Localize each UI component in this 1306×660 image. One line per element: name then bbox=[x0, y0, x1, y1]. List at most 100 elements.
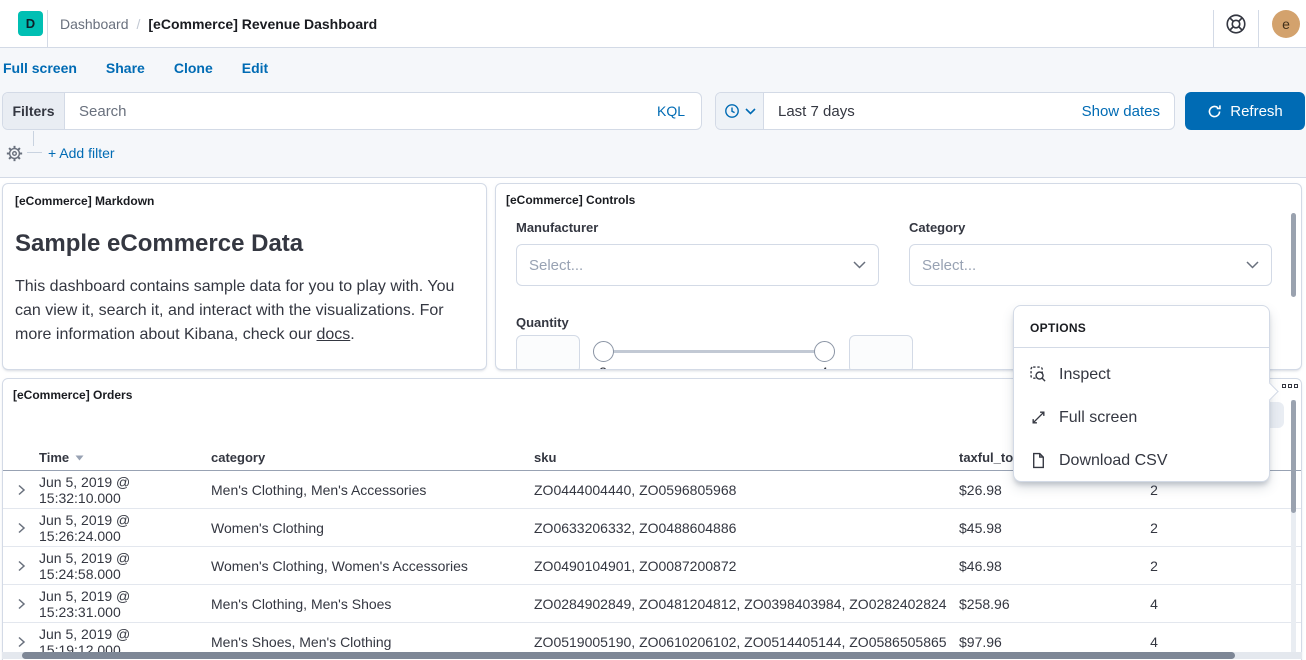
quantity-max-input[interactable] bbox=[849, 335, 913, 370]
quantity-max-value: 4 bbox=[814, 364, 834, 370]
search-area: KQL bbox=[65, 93, 701, 129]
app-logo[interactable]: D bbox=[18, 11, 43, 36]
expand-row-icon[interactable] bbox=[14, 521, 28, 535]
divider bbox=[1258, 10, 1259, 48]
options-popover: OPTIONS Inspect Full screen Download CSV bbox=[1013, 305, 1270, 482]
category-control: Category Select... bbox=[909, 220, 1272, 286]
inspect-icon bbox=[1030, 366, 1047, 383]
filter-connector bbox=[27, 152, 42, 153]
cell-time: Jun 5, 2019 @ 15:24:58.000 bbox=[39, 550, 211, 582]
header-time[interactable]: Time bbox=[39, 450, 211, 465]
cell-category: Men's Clothing, Men's Shoes bbox=[211, 596, 534, 612]
docs-link[interactable]: docs bbox=[317, 326, 351, 343]
cell-quantity: 4 bbox=[1059, 596, 1249, 612]
cell-taxful-total-price: $97.96 bbox=[959, 634, 1059, 650]
download-csv-icon bbox=[1030, 452, 1047, 469]
expand-row-icon[interactable] bbox=[14, 597, 28, 611]
manufacturer-control: Manufacturer Select... bbox=[516, 220, 879, 286]
header-category[interactable]: category bbox=[211, 450, 534, 465]
time-picker-quick-menu[interactable] bbox=[716, 93, 764, 129]
panel-options-icon[interactable] bbox=[1282, 384, 1298, 388]
menu-item-full-screen[interactable]: Full screen bbox=[1014, 396, 1269, 439]
expand-row-icon[interactable] bbox=[14, 559, 28, 573]
chevron-down-icon bbox=[1246, 261, 1259, 269]
menu-full-screen[interactable]: Full screen bbox=[3, 60, 77, 76]
menu-item-download-csv[interactable]: Download CSV bbox=[1014, 439, 1269, 482]
quantity-slider-min-handle[interactable] bbox=[593, 341, 614, 362]
cell-quantity: 2 bbox=[1059, 482, 1249, 498]
query-bar: Filters KQL bbox=[2, 92, 702, 130]
chevron-down-icon bbox=[745, 108, 756, 115]
cell-quantity: 2 bbox=[1059, 520, 1249, 536]
refresh-button[interactable]: Refresh bbox=[1185, 92, 1305, 130]
cell-category: Women's Clothing bbox=[211, 520, 534, 536]
cell-quantity: 2 bbox=[1059, 558, 1249, 574]
search-input[interactable] bbox=[65, 103, 641, 120]
menu-clone[interactable]: Clone bbox=[174, 60, 213, 76]
chevron-down-icon bbox=[853, 261, 866, 269]
refresh-icon bbox=[1207, 104, 1222, 119]
quantity-min-input[interactable] bbox=[516, 335, 580, 370]
cell-time: Jun 5, 2019 @ 15:26:24.000 bbox=[39, 512, 211, 544]
orders-scrollbar[interactable] bbox=[1291, 400, 1296, 513]
cell-sku: ZO0519005190, ZO0610206102, ZO0514405144… bbox=[534, 634, 959, 650]
cell-sku: ZO0490104901, ZO0087200872 bbox=[534, 558, 959, 574]
breadcrumb-separator: / bbox=[137, 16, 141, 32]
cell-taxful-total-price: $46.98 bbox=[959, 558, 1059, 574]
cell-sku: ZO0284902849, ZO0481204812, ZO0398403984… bbox=[534, 596, 959, 612]
manufacturer-select[interactable]: Select... bbox=[516, 244, 879, 286]
cell-category: Men's Shoes, Men's Clothing bbox=[211, 634, 534, 650]
header-sku[interactable]: sku bbox=[534, 450, 959, 465]
breadcrumb-dashboard[interactable]: Dashboard bbox=[60, 16, 129, 32]
menu-item-inspect[interactable]: Inspect bbox=[1014, 353, 1269, 396]
time-picker: Last 7 days Show dates bbox=[715, 92, 1175, 130]
cell-category: Men's Clothing, Men's Accessories bbox=[211, 482, 534, 498]
add-filter-button[interactable]: + Add filter bbox=[48, 145, 115, 161]
cell-sku: ZO0444004440, ZO0596805968 bbox=[534, 482, 959, 498]
filters-button[interactable]: Filters bbox=[3, 93, 65, 129]
cell-taxful-total-price: $45.98 bbox=[959, 520, 1059, 536]
cell-taxful-total-price: $258.96 bbox=[959, 596, 1059, 612]
cell-time: Jun 5, 2019 @ 15:32:10.000 bbox=[39, 474, 211, 506]
filter-connector bbox=[33, 131, 34, 146]
quantity-slider-max-handle[interactable] bbox=[814, 341, 835, 362]
filter-options-gear-icon[interactable] bbox=[6, 145, 23, 162]
time-range-value[interactable]: Last 7 days bbox=[764, 93, 855, 129]
table-row[interactable]: Jun 5, 2019 @ 15:23:31.000 Men's Clothin… bbox=[3, 585, 1301, 623]
panel-title: [eCommerce] Controls bbox=[506, 193, 635, 207]
quantity-slider-track bbox=[597, 350, 831, 353]
breadcrumb-current: [eCommerce] Revenue Dashboard bbox=[148, 16, 377, 32]
menu-share[interactable]: Share bbox=[106, 60, 145, 76]
category-label: Category bbox=[909, 220, 1272, 235]
show-dates-button[interactable]: Show dates bbox=[1082, 93, 1174, 129]
markdown-body: This dashboard contains sample data for … bbox=[15, 275, 477, 347]
kql-button[interactable]: KQL bbox=[641, 103, 701, 119]
sort-descending-icon bbox=[74, 452, 85, 462]
quantity-label: Quantity bbox=[516, 315, 569, 330]
divider bbox=[1213, 10, 1214, 48]
cell-time: Jun 5, 2019 @ 15:23:31.000 bbox=[39, 588, 211, 620]
avatar[interactable]: e bbox=[1272, 10, 1300, 38]
orders-hscrollbar[interactable] bbox=[22, 652, 1235, 659]
controls-scrollbar[interactable] bbox=[1291, 213, 1296, 297]
manufacturer-label: Manufacturer bbox=[516, 220, 879, 235]
popover-title: OPTIONS bbox=[1014, 306, 1269, 348]
fullscreen-icon bbox=[1030, 409, 1047, 426]
menu-edit[interactable]: Edit bbox=[242, 60, 268, 76]
help-icon[interactable] bbox=[1226, 14, 1246, 34]
top-header: D Dashboard / [eCommerce] Revenue Dashbo… bbox=[0, 0, 1306, 48]
dashboard-menu: Full screen Share Clone Edit bbox=[3, 48, 268, 88]
markdown-panel: [eCommerce] Markdown Sample eCommerce Da… bbox=[2, 183, 487, 370]
cell-quantity: 4 bbox=[1059, 634, 1249, 650]
table-row[interactable]: Jun 5, 2019 @ 15:26:24.000 Women's Cloth… bbox=[3, 509, 1301, 547]
panel-title: [eCommerce] Markdown bbox=[15, 194, 474, 208]
expand-row-icon[interactable] bbox=[14, 635, 28, 649]
cell-category: Women's Clothing, Women's Accessories bbox=[211, 558, 534, 574]
clock-icon bbox=[724, 103, 740, 119]
cell-sku: ZO0633206332, ZO0488604886 bbox=[534, 520, 959, 536]
breadcrumb: Dashboard / [eCommerce] Revenue Dashboar… bbox=[60, 0, 377, 48]
table-row[interactable]: Jun 5, 2019 @ 15:24:58.000 Women's Cloth… bbox=[3, 547, 1301, 585]
expand-row-icon[interactable] bbox=[14, 483, 28, 497]
panel-title: [eCommerce] Orders bbox=[13, 388, 132, 402]
category-select[interactable]: Select... bbox=[909, 244, 1272, 286]
